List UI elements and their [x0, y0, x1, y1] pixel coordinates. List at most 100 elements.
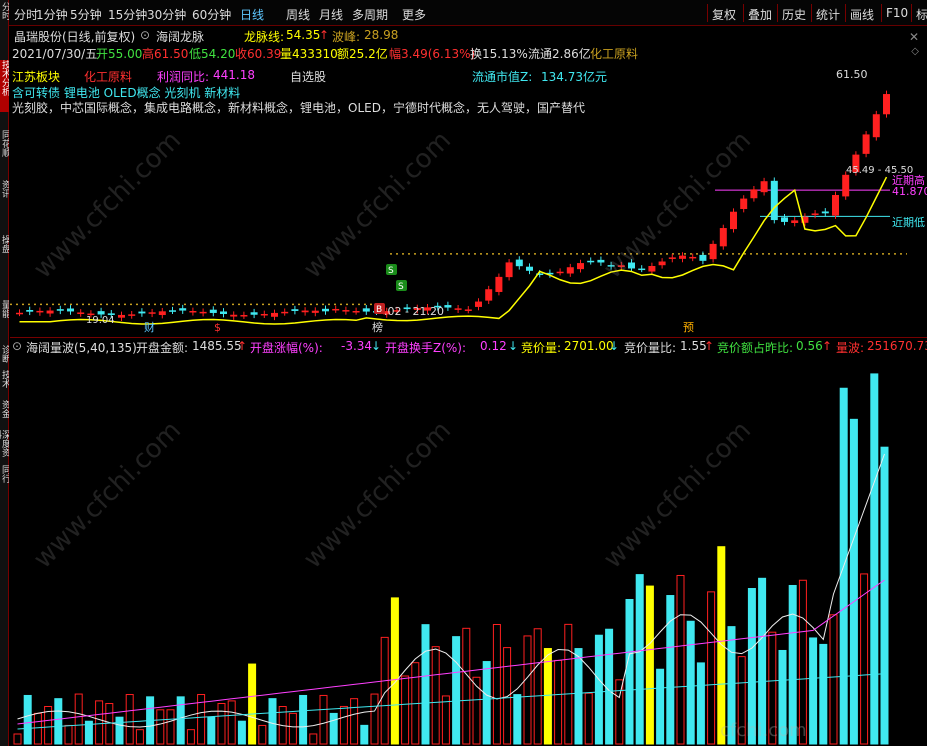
side-tab[interactable]: 诊断	[0, 345, 9, 367]
volume-bar	[125, 694, 134, 745]
candle-body	[271, 312, 278, 317]
toolbar-button[interactable]: 标	[916, 6, 927, 23]
volume-bar	[401, 675, 410, 745]
toolbar-button[interactable]: F10	[886, 6, 908, 20]
candle-body	[301, 310, 309, 313]
side-tab[interactable]: 操盘	[0, 235, 9, 293]
candle-body	[566, 267, 574, 274]
volume-bar	[574, 648, 583, 745]
period-tab[interactable]: 月线	[319, 6, 343, 23]
indicator-dropdown-icon[interactable]: ⊙	[12, 339, 22, 353]
candle-body	[719, 228, 727, 247]
volume-bar	[860, 573, 869, 745]
toolbar-divider	[811, 4, 812, 22]
side-tab[interactable]: 技术	[0, 370, 9, 396]
volume-bar	[33, 712, 42, 745]
candle-body	[638, 268, 646, 271]
side-tab[interactable]: 同花顺	[0, 130, 9, 174]
candle-body	[883, 94, 890, 115]
toolbar-divider	[881, 4, 882, 22]
candle-body	[872, 114, 880, 138]
volume-bar	[166, 709, 175, 745]
period-tab[interactable]: 5分钟	[70, 6, 102, 23]
candle-body	[607, 265, 615, 267]
volume-bar	[462, 627, 471, 745]
side-tab[interactable]: 同行	[0, 465, 9, 495]
volume-bar	[207, 716, 216, 745]
volume-bar	[686, 620, 695, 745]
period-tab[interactable]: 30分钟	[147, 6, 186, 23]
volume-bar	[217, 702, 226, 745]
volume-bar	[431, 646, 440, 745]
down-arrow-icon: ↓	[508, 339, 519, 353]
candle-body	[862, 134, 870, 154]
toolbar-divider	[707, 4, 708, 22]
auction-vol-value: 2701.00	[564, 339, 614, 353]
low-price-label: 19.04	[86, 315, 115, 326]
candle-body	[362, 308, 370, 312]
volume-bar	[482, 661, 491, 745]
auction-ratio-value: 1.55	[680, 339, 707, 353]
side-tab[interactable]: 分时	[0, 2, 9, 54]
candlestick-chart[interactable]: 61.5045.49 - 45.50近期高41.870近期低.02 - 21.2…	[10, 26, 927, 336]
volume-chart[interactable]	[10, 352, 927, 746]
volume-bar	[492, 623, 501, 745]
up-arrow-icon: ↑	[704, 339, 715, 353]
marker-forecast-icon: 预	[683, 321, 694, 334]
volume-bar	[360, 724, 369, 745]
period-tab[interactable]: 多周期	[352, 6, 388, 23]
candle-body	[16, 312, 23, 315]
candle-body	[485, 289, 493, 301]
candle-body	[26, 310, 34, 312]
side-tab[interactable]: 资金	[0, 400, 9, 426]
side-tab[interactable]: 量能	[0, 300, 9, 340]
candle-body	[179, 308, 187, 311]
volume-bar	[523, 635, 532, 745]
volume-bar	[421, 624, 430, 745]
candle-body	[597, 259, 605, 263]
candle-body	[291, 309, 299, 311]
toolbar-button[interactable]: 画线	[850, 6, 874, 23]
toolbar-divider	[743, 4, 744, 22]
candle-body	[128, 314, 136, 316]
toolbar-button[interactable]: 统计	[816, 6, 840, 23]
volume-bar	[707, 591, 716, 745]
period-tab[interactable]: 60分钟	[192, 6, 231, 23]
candle-body	[658, 261, 666, 266]
candle-body	[770, 180, 778, 221]
toolbar-button[interactable]: 复权	[712, 6, 736, 23]
candle-body	[169, 310, 176, 312]
candle-body	[811, 213, 819, 215]
candle-body	[730, 211, 737, 230]
candle-body	[587, 260, 595, 263]
candle-body	[118, 314, 125, 318]
candle-body	[740, 198, 748, 210]
period-tab[interactable]: 更多	[402, 6, 426, 23]
volume-bar	[625, 598, 634, 745]
volume-bar	[135, 729, 144, 745]
side-tab[interactable]: 深度资料	[0, 430, 9, 460]
period-tab[interactable]: 1分钟	[36, 6, 68, 23]
toolbar-button[interactable]: 叠加	[748, 6, 772, 23]
period-tab[interactable]: 15分钟	[108, 6, 147, 23]
toolbar-divider	[911, 4, 912, 22]
recent-low-label: 近期低	[892, 216, 925, 229]
side-tab[interactable]: 资讯	[0, 180, 9, 228]
volume-bar	[74, 693, 83, 745]
period-tab[interactable]: 日线	[240, 6, 264, 23]
candle-body	[148, 312, 156, 314]
period-tab[interactable]: 分时	[14, 6, 38, 23]
candle-body	[628, 262, 635, 269]
candle-body	[832, 195, 839, 216]
period-tab[interactable]: 周线	[286, 6, 310, 23]
volume-bar	[615, 679, 624, 745]
side-tab[interactable]: 技术分析	[0, 60, 9, 112]
volume-bar	[299, 694, 308, 745]
volume-bar	[605, 628, 614, 745]
up-arrow-icon: ↑	[237, 339, 248, 353]
volume-bar	[350, 698, 359, 745]
volume-bar	[115, 716, 124, 745]
toolbar-button[interactable]: 历史	[782, 6, 806, 23]
volume-bar	[319, 694, 328, 745]
candle-body	[668, 257, 676, 259]
